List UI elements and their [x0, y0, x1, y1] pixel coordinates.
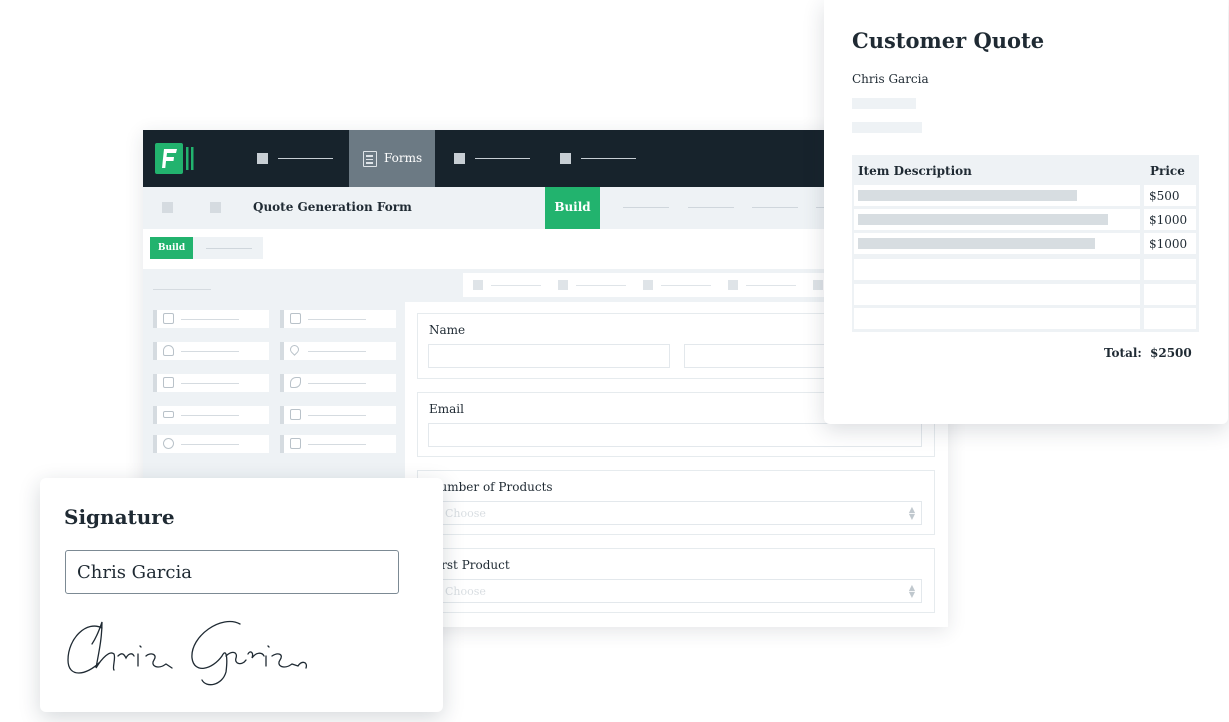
palette-item-text[interactable]	[153, 310, 269, 328]
nav-item-forms[interactable]: Forms	[349, 130, 435, 187]
name-label: Name	[429, 323, 466, 337]
row-price: $1000	[1144, 233, 1196, 254]
text-icon	[163, 313, 174, 324]
toolbar-icon-placeholder[interactable]	[210, 202, 221, 213]
chevron-updown-icon: ▲ ▼	[908, 505, 915, 521]
table-row	[854, 308, 1140, 329]
signature-title: Signature	[64, 505, 175, 529]
tab-placeholder[interactable]	[752, 207, 798, 208]
toolbar-icon-placeholder[interactable]	[162, 202, 173, 213]
palette-item-email[interactable]	[153, 374, 269, 392]
subtab-placeholder[interactable]	[193, 237, 263, 259]
signature-name-input[interactable]: Chris Garcia	[65, 550, 399, 594]
header-price: Price	[1150, 164, 1185, 178]
palette-item-dropdown[interactable]	[280, 406, 396, 424]
nav-item-forms-label: Forms	[384, 151, 423, 165]
first-name-input[interactable]	[428, 344, 670, 368]
row-price: $1000	[1144, 209, 1196, 230]
field-first-product[interactable]: First Product Choose ▲ ▼	[417, 548, 935, 613]
chevron-updown-icon: ▲ ▼	[908, 583, 915, 599]
location-icon	[288, 343, 301, 356]
palette-heading-placeholder	[153, 289, 211, 290]
number-of-products-label: Number of Products	[429, 480, 553, 494]
row-price	[1144, 308, 1196, 329]
quote-detail-placeholder	[852, 122, 922, 133]
email-label: Email	[429, 402, 464, 416]
phone-icon	[290, 377, 301, 388]
number-icon	[163, 411, 174, 418]
table-row	[854, 233, 1140, 254]
total-value: $2500	[1150, 346, 1192, 360]
table-row	[854, 209, 1140, 230]
quote-table-header: Item Description Price	[852, 155, 1199, 183]
number-of-products-select[interactable]: Choose ▲ ▼	[428, 501, 922, 525]
palette-item-phone[interactable]	[280, 374, 396, 392]
subtab-build[interactable]: Build	[150, 237, 193, 259]
first-product-select[interactable]: Choose ▲ ▼	[428, 579, 922, 603]
row-price	[1144, 284, 1196, 305]
tab-placeholder[interactable]	[688, 207, 734, 208]
row-price: $500	[1144, 185, 1196, 206]
header-item-description: Item Description	[858, 164, 972, 178]
handwritten-signature[interactable]	[62, 616, 322, 688]
palette-item-paragraph[interactable]	[280, 310, 396, 328]
palette-item-radio[interactable]	[153, 435, 269, 453]
field-number-of-products[interactable]: Number of Products Choose ▲ ▼	[417, 470, 935, 535]
user-icon	[163, 345, 174, 356]
select-placeholder: Choose	[445, 507, 486, 520]
document-icon	[363, 151, 377, 167]
radio-icon	[163, 438, 174, 449]
palette-item-name[interactable]	[153, 342, 269, 360]
palette-item-number[interactable]	[153, 406, 269, 424]
palette-item-checkbox[interactable]	[280, 435, 396, 453]
customer-quote-card: Customer Quote Chris Garcia Item Descrip…	[824, 0, 1228, 424]
tab-build[interactable]: Build	[545, 187, 600, 229]
select-placeholder: Choose	[445, 585, 486, 598]
email-input[interactable]	[428, 423, 922, 447]
paragraph-icon	[290, 313, 301, 324]
quote-title: Customer Quote	[852, 28, 1045, 53]
dropdown-icon	[290, 409, 301, 420]
palette-item-address[interactable]	[280, 342, 396, 360]
quote-items-table: Item Description Price $500 $1000 $1000	[852, 155, 1199, 332]
total-label: Total:	[1104, 346, 1142, 360]
tab-placeholder[interactable]	[623, 207, 669, 208]
table-row	[854, 284, 1140, 305]
form-title: Quote Generation Form	[253, 200, 412, 214]
table-row	[854, 185, 1140, 206]
email-icon	[163, 377, 174, 388]
quote-detail-placeholder	[852, 98, 916, 109]
signature-card: Signature Chris Garcia	[40, 478, 443, 712]
row-price	[1144, 259, 1196, 280]
quote-customer-name: Chris Garcia	[852, 72, 929, 86]
checkbox-icon	[290, 438, 301, 449]
table-row	[854, 259, 1140, 280]
form-builder-logo	[155, 143, 194, 174]
signature-name-value: Chris Garcia	[77, 562, 192, 583]
